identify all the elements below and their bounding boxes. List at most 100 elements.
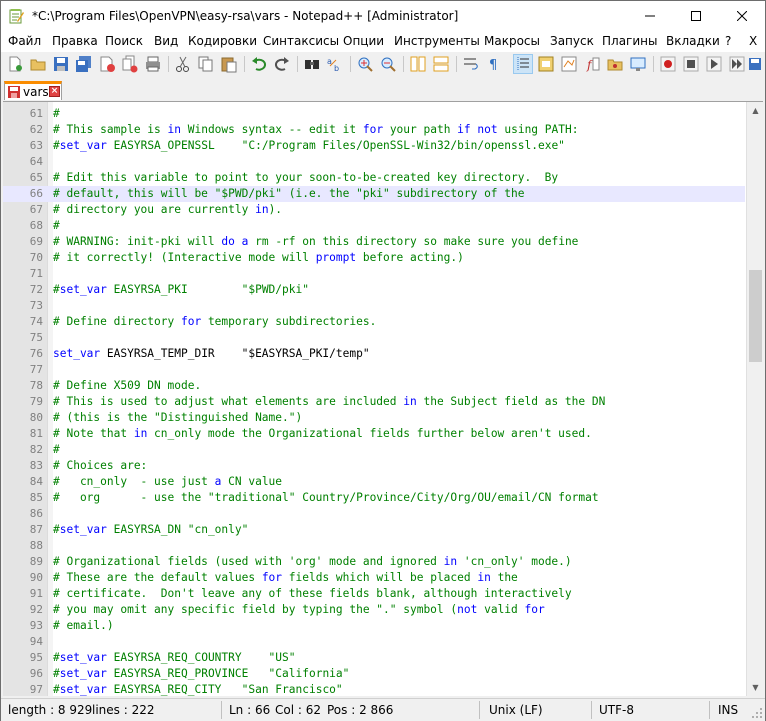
save-macro-icon[interactable] [748, 55, 762, 73]
code-line[interactable]: 97 #set_var EASYRSA_REQ_CITY "San Francis… [3, 682, 745, 696]
cut-icon[interactable] [174, 55, 192, 73]
monitor-icon[interactable] [629, 55, 647, 73]
code-line[interactable]: 92 # you may omit any specific field by t… [3, 602, 745, 618]
tab-vars[interactable]: vars × [4, 81, 62, 100]
code-line[interactable]: 79 # This is used to adjust what elements… [3, 394, 745, 410]
menu-plugins[interactable]: Плагины [602, 34, 657, 48]
code-line[interactable]: 68 # [3, 218, 745, 234]
code-line[interactable]: 85 # org - use the "traditional" Country/… [3, 490, 745, 506]
close-button[interactable] [719, 1, 765, 31]
code-line[interactable]: 73 [3, 298, 745, 314]
code-line[interactable]: 90 # These are the default values for fie… [3, 570, 745, 586]
code-line[interactable]: 83 # Choices are: [3, 458, 745, 474]
menu-tabs[interactable]: Вкладки [666, 34, 720, 48]
menu-edit[interactable]: Правка [52, 34, 98, 48]
maximize-button[interactable] [673, 1, 719, 31]
code-line[interactable]: 87 #set_var EASYRSA_DN "cn_only" [3, 522, 745, 538]
indent-guide-icon[interactable] [513, 54, 533, 74]
sync-vertical-icon[interactable] [409, 55, 427, 73]
menu-search[interactable]: Поиск [105, 34, 143, 48]
code-line[interactable]: 74 # Define directory for temporary subdi… [3, 314, 745, 330]
code-line[interactable]: 91 # certificate. Don't leave any of thes… [3, 586, 745, 602]
function-list-icon[interactable]: f [583, 55, 601, 73]
menu-help[interactable]: ? [725, 34, 731, 48]
play-macro-icon[interactable] [705, 55, 723, 73]
code-line[interactable]: 80 # (this is the "Distinguished Name.") [3, 410, 745, 426]
code-line[interactable]: 76 set_var EASYRSA_TEMP_DIR "$EASYRSA_PKI… [3, 346, 745, 362]
code-line[interactable]: 69 # WARNING: init-pki will do a rm -rf o… [3, 234, 745, 250]
code-line[interactable]: 94 [3, 634, 745, 650]
code-line[interactable]: 64 [3, 154, 745, 170]
stop-macro-icon[interactable] [682, 55, 700, 73]
status-ins-mode[interactable]: INS [718, 703, 738, 717]
code-line[interactable]: 67 # directory you are currently in). [3, 202, 745, 218]
text-editor[interactable]: 61 #62 # This sample is in Windows syntax … [3, 101, 763, 696]
status-encoding[interactable]: UTF-8 [599, 703, 634, 717]
menu-file[interactable]: Файл [8, 34, 41, 48]
code-line[interactable]: 93 # email.) [3, 618, 745, 634]
minimize-button[interactable] [627, 1, 673, 31]
menu-view[interactable]: Вид [154, 34, 178, 48]
paste-icon[interactable] [220, 55, 238, 73]
print-icon[interactable] [144, 55, 162, 73]
copy-icon[interactable] [197, 55, 215, 73]
show-all-chars-icon[interactable]: ¶ [485, 55, 503, 73]
code-line[interactable]: 86 [3, 506, 745, 522]
play-multiple-icon[interactable] [728, 55, 746, 73]
title-bar[interactable]: *C:\Program Files\OpenVPN\easy-rsa\vars … [1, 1, 765, 31]
code-line[interactable]: 95 #set_var EASYRSA_REQ_COUNTRY "US" [3, 650, 745, 666]
code-line[interactable]: 88 [3, 538, 745, 554]
line-text: # org - use the "traditional" Country/Pr… [53, 491, 599, 504]
code-line[interactable]: 66 # default, this will be "$PWD/pki" (i.… [3, 186, 745, 202]
code-line[interactable]: 72 #set_var EASYRSA_PKI "$PWD/pki" [3, 282, 745, 298]
code-line[interactable]: 89 # Organizational fields (used with 'or… [3, 554, 745, 570]
code-line[interactable]: 81 # Note that in cn_only mode the Organi… [3, 426, 745, 442]
menu-run[interactable]: Запуск [550, 34, 594, 48]
user-lang-icon[interactable] [537, 55, 555, 73]
record-macro-icon[interactable] [659, 55, 677, 73]
redo-icon[interactable] [273, 55, 291, 73]
vertical-scrollbar[interactable]: ▲ ▼ [746, 102, 763, 696]
code-line[interactable]: 96 #set_var EASYRSA_REQ_PROVINCE "Califor… [3, 666, 745, 682]
line-text: # Edit this variable to point to your so… [53, 171, 559, 184]
code-line[interactable]: 78 # Define X509 DN mode. [3, 378, 745, 394]
save-all-icon[interactable] [75, 55, 93, 73]
editor-lines[interactable]: 61 #62 # This sample is in Windows syntax … [3, 106, 745, 696]
sync-horizontal-icon[interactable] [432, 55, 450, 73]
find-icon[interactable] [303, 55, 321, 73]
menu-syntax[interactable]: Синтаксисы [263, 34, 339, 48]
zoom-in-icon[interactable] [356, 55, 374, 73]
code-line[interactable]: 84 # cn_only - use just a CN value [3, 474, 745, 490]
word-wrap-icon[interactable] [462, 55, 480, 73]
menu-macros[interactable]: Макросы [484, 34, 540, 48]
doc-map-icon[interactable] [560, 55, 578, 73]
undo-icon[interactable] [250, 55, 268, 73]
folder-workspace-icon[interactable] [606, 55, 624, 73]
save-icon[interactable] [52, 55, 70, 73]
status-eol[interactable]: Unix (LF) [489, 703, 543, 717]
scroll-down-icon[interactable]: ▼ [747, 679, 763, 696]
zoom-out-icon[interactable] [379, 55, 397, 73]
resize-grip-icon[interactable] [751, 707, 763, 719]
code-line[interactable]: 71 [3, 266, 745, 282]
scrollbar-thumb[interactable] [749, 270, 762, 362]
scroll-up-icon[interactable]: ▲ [747, 102, 763, 119]
open-file-icon[interactable] [29, 55, 47, 73]
replace-icon[interactable]: ab [326, 55, 344, 73]
close-file-icon[interactable] [98, 55, 116, 73]
code-line[interactable]: 77 [3, 362, 745, 378]
menu-options[interactable]: Опции [343, 34, 384, 48]
close-all-icon[interactable] [121, 55, 139, 73]
menu-close-doc[interactable]: X [749, 34, 757, 48]
code-line[interactable]: 61 # [3, 106, 745, 122]
tab-close-icon[interactable]: × [49, 86, 60, 97]
code-line[interactable]: 62 # This sample is in Windows syntax -- … [3, 122, 745, 138]
code-line[interactable]: 82 # [3, 442, 745, 458]
new-file-icon[interactable] [6, 55, 24, 73]
code-line[interactable]: 70 # it correctly! (Interactive mode will… [3, 250, 745, 266]
code-line[interactable]: 75 [3, 330, 745, 346]
code-line[interactable]: 65 # Edit this variable to point to your … [3, 170, 745, 186]
code-line[interactable]: 63 #set_var EASYRSA_OPENSSL "C:/Program F… [3, 138, 745, 154]
menu-tools[interactable]: Инструменты [394, 34, 480, 48]
menu-encoding[interactable]: Кодировки [188, 34, 257, 48]
